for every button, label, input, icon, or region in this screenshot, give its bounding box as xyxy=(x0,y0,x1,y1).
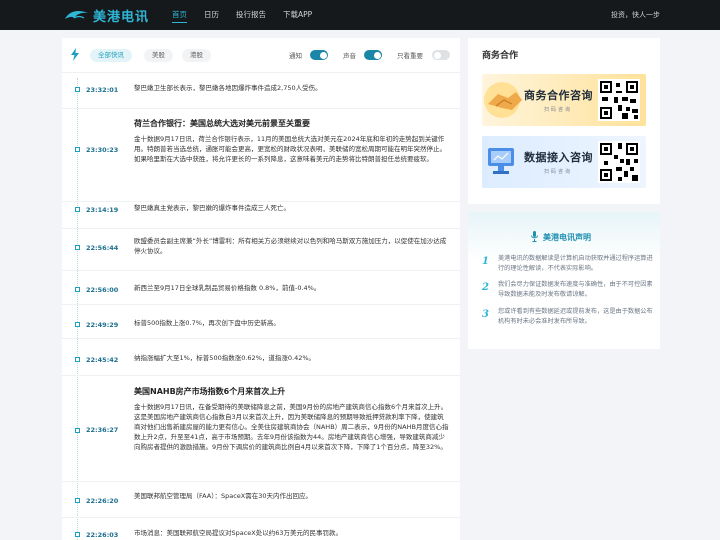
top-navigation-bar: 美港电讯 首页 日历 投行报告 下载APP 投资，快人一步 xyxy=(0,0,720,30)
feed-item[interactable]: 23:14:19 黎巴嫩真主党表示，黎巴嫩的爆炸事件造成三人死亡。 xyxy=(62,202,460,229)
notify-label: 通知 xyxy=(289,52,302,60)
feed-item[interactable]: 22:36:27 美国NAHB房产市场指数6个月来首次上升 金十数据9月17日讯… xyxy=(62,376,460,482)
feed-item[interactable]: 22:56:44 欧盟委员会副主席兼“外长”博雷利：所有相关方必须继续对以色列和… xyxy=(62,229,460,271)
sound-label: 声音 xyxy=(343,52,356,60)
qr-code-icon xyxy=(598,141,640,183)
feed-item[interactable]: 23:30:23 荷兰合作银行：美国总统大选对美元前景至关重要 金十数据9月17… xyxy=(62,109,460,202)
timeline-dot xyxy=(75,245,80,250)
feed-time: 23:30:23 xyxy=(86,146,119,154)
statement-item: 3 您或许看到有些数据延迟或提前发布，这是由于数据公布机构有时未必会准时发布所导… xyxy=(482,307,653,335)
timeline-dot xyxy=(75,87,80,92)
feed-text: 新西兰至9月17日全球乳制品贸易价格指数 0.8%，前值-0.4%。 xyxy=(134,284,321,292)
feed-text: 纳指涨幅扩大至1%，标普500指数涨0.62%，道指涨0.42%。 xyxy=(134,354,316,362)
feed-text: 金十数据9月17日讯，在备受期待的美联储降息之前，美国9月份的房地产建筑商信心指… xyxy=(134,403,449,451)
timeline-dot xyxy=(75,287,80,292)
statement-item: 2 我们会尽力保证数据发布速度与准确性，由于不可控因素导致数据未能及时发布敬请谅… xyxy=(482,280,653,308)
banner-subtitle: 扫码咨询 xyxy=(544,169,573,175)
important-only-toggle[interactable] xyxy=(432,50,450,60)
feed-item[interactable]: 23:32:01 黎巴嫩卫生部长表示，黎巴嫩各地因爆炸事件造成2,750人受伤。 xyxy=(62,73,460,109)
dolphin-logo-icon xyxy=(65,11,88,19)
statement-number: 3 xyxy=(482,309,489,320)
sound-toggle[interactable] xyxy=(364,50,382,60)
feed-text: 美国联邦航空管理局（FAA）：SpaceX需在30天内作出回应。 xyxy=(134,492,312,500)
feed-time: 22:45:42 xyxy=(86,356,119,364)
nav-reports[interactable]: 投行报告 xyxy=(236,0,266,30)
statement-text: 美港电讯的数据解读是计算机自动获取并通过程序运算进行的理论性解读，不代表实际影响… xyxy=(498,255,653,272)
statement-title: 美港电讯声明 xyxy=(543,233,591,242)
timeline-dot xyxy=(75,147,80,152)
statement-number: 2 xyxy=(482,282,489,293)
statement-text: 我们会尽力保证数据发布速度与准确性，由于不可控因素导致数据未能及时发布敬请谅解。 xyxy=(498,281,653,298)
feed-title: 荷兰合作银行：美国总统大选对美元前景至关重要 xyxy=(134,119,310,128)
site-logo[interactable]: 美港电讯 xyxy=(64,6,150,25)
feed-text: 金十数据9月17日讯，荷兰合作银行表示，11月的美国总统大选对美元在2024年底… xyxy=(134,135,446,163)
feed-time: 22:49:29 xyxy=(86,321,119,329)
banner-title: 商务合作咨询 xyxy=(524,89,593,102)
banner-title: 数据接入咨询 xyxy=(524,151,593,164)
nav-home[interactable]: 首页 xyxy=(172,0,187,30)
business-consult-banner[interactable]: 商务合作咨询 扫码咨询 xyxy=(482,74,646,126)
notify-toggle[interactable] xyxy=(310,50,328,60)
business-card: 商务合作 商务合作咨询 扫码咨询 数据接入咨询 扫码咨询 xyxy=(468,38,660,204)
feed-time: 22:26:20 xyxy=(86,497,119,505)
feed-content: 美国NAHB房产市场指数6个月来首次上升 金十数据9月17日讯，在备受期待的美联… xyxy=(134,386,450,452)
feed-text: 黎巴嫩真主党表示，黎巴嫩的爆炸事件造成三人死亡。 xyxy=(134,204,290,212)
feed-time: 22:26:03 xyxy=(86,531,119,539)
important-only-label: 只看重要 xyxy=(397,52,423,60)
main-nav: 首页 日历 投行报告 下载APP xyxy=(172,0,329,30)
statement-card: 美港电讯声明 1 美港电讯的数据解读是计算机自动获取并通过程序运算进行的理论性解… xyxy=(468,212,660,349)
banner-subtitle: 扫码咨询 xyxy=(544,107,573,113)
feed-item[interactable]: 22:56:00 新西兰至9月17日全球乳制品贸易价格指数 0.8%，前值-0.… xyxy=(62,271,460,305)
feed-text: 黎巴嫩卫生部长表示，黎巴嫩各地因爆炸事件造成2,750人受伤。 xyxy=(134,84,322,92)
timeline-dot xyxy=(75,357,80,362)
news-feed-panel: 全部快讯 美股 港股 通知 声音 只看重要 23:32:01 黎巴嫩卫生部长表示… xyxy=(62,38,460,540)
feed-time: 23:32:01 xyxy=(86,86,119,94)
timeline-dot xyxy=(75,532,80,537)
timeline-dot xyxy=(75,207,80,212)
feed-content: 荷兰合作银行：美国总统大选对美元前景至关重要 金十数据9月17日讯，荷兰合作银行… xyxy=(134,118,450,164)
timeline-dot xyxy=(75,428,80,433)
lightning-icon xyxy=(71,48,79,61)
feed-item[interactable]: 22:45:42 纳指涨幅扩大至1%，标普500指数涨0.62%，道指涨0.42… xyxy=(62,339,460,376)
feed-time: 22:56:00 xyxy=(86,286,119,294)
statement-text: 您或许看到有些数据延迟或提前发布，这是由于数据公布机构有时未必会准时发布所导致。 xyxy=(498,308,653,325)
feed-item[interactable]: 22:26:20 美国联邦航空管理局（FAA）：SpaceX需在30天内作出回应… xyxy=(62,482,460,518)
chip-us-stocks[interactable]: 美股 xyxy=(144,49,173,62)
chip-all-news[interactable]: 全部快讯 xyxy=(90,49,132,62)
logo-text: 美港电讯 xyxy=(93,9,150,25)
feed-text: 欧盟委员会副主席兼“外长”博雷利：所有相关方必须继续对以色列和哈马斯双方施加压力… xyxy=(134,237,447,255)
slogan-text: 投资，快人一步 xyxy=(611,11,660,19)
nav-download-app[interactable]: 下载APP xyxy=(283,0,312,30)
nav-calendar[interactable]: 日历 xyxy=(204,0,219,30)
feed-title: 美国NAHB房产市场指数6个月来首次上升 xyxy=(134,387,286,396)
feed-text: 标普500指数上涨0.7%，再次创下盘中历史新高。 xyxy=(134,319,280,327)
statement-item: 1 美港电讯的数据解读是计算机自动获取并通过程序运算进行的理论性解读，不代表实际… xyxy=(482,254,653,282)
chip-hk-stocks[interactable]: 港股 xyxy=(182,49,211,62)
feed-item[interactable]: 22:26:03 市场消息：美国联邦航空局提议对SpaceX处以约63万美元的民… xyxy=(62,518,460,540)
feed-item[interactable]: 22:49:29 标普500指数上涨0.7%，再次创下盘中历史新高。 xyxy=(62,305,460,339)
feed-time: 22:36:27 xyxy=(86,426,119,434)
statement-number: 1 xyxy=(482,256,489,267)
filter-bar: 全部快讯 美股 港股 通知 声音 只看重要 xyxy=(62,38,460,73)
qr-code-icon xyxy=(598,79,640,121)
feed-time: 23:14:19 xyxy=(86,206,119,214)
timeline-dot xyxy=(75,322,80,327)
data-access-banner[interactable]: 数据接入咨询 扫码咨询 xyxy=(482,136,646,188)
timeline-dot xyxy=(75,498,80,503)
microphone-icon xyxy=(531,231,538,242)
feed-text: 市场消息：美国联邦航空局提议对SpaceX处以约63万美元的民事罚款。 xyxy=(134,529,343,537)
feed-time: 22:56:44 xyxy=(86,244,119,252)
business-title: 商务合作 xyxy=(482,51,519,61)
